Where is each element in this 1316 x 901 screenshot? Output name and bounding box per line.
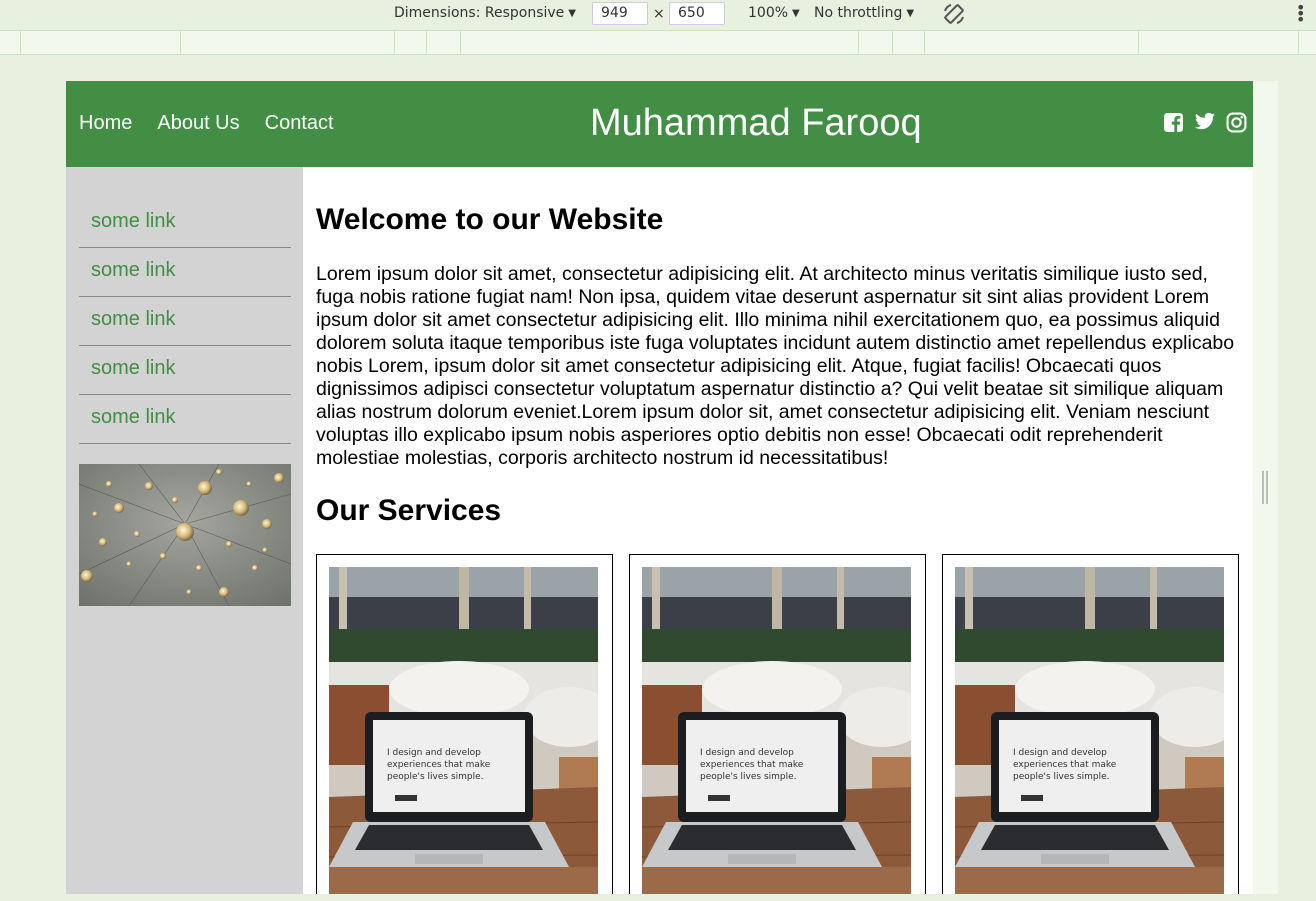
- sidebar-link[interactable]: some link: [91, 406, 175, 428]
- twitter-icon[interactable]: [1194, 112, 1216, 133]
- more-vertical-icon[interactable]: • • •: [1296, 0, 1305, 28]
- height-input[interactable]: 650: [669, 2, 725, 25]
- main-nav: Home About Us Contact: [79, 112, 334, 135]
- list-item: some link: [79, 346, 291, 395]
- site-title: Muhammad Farooq: [590, 102, 922, 144]
- nav-about-us[interactable]: About Us: [157, 112, 239, 135]
- zoom-label: 100%: [748, 5, 789, 21]
- devtools-toolbar: Dimensions: Responsive ▼ 949 × 650 100% …: [0, 0, 1316, 30]
- site-header: Home About Us Contact Muhammad Farooq: [66, 81, 1253, 167]
- laptop-photo: I design and develop experiences that ma…: [955, 567, 1224, 901]
- viewport-resize-handle[interactable]: [1262, 471, 1268, 504]
- dimensions-label: Dimensions: Responsive: [394, 5, 565, 21]
- caret-down-icon: ▼: [792, 7, 800, 19]
- sidebar-link[interactable]: some link: [91, 357, 175, 379]
- laptop-screen-text: people's lives simple.: [1013, 772, 1110, 782]
- sidebar: some link some link some link some link …: [66, 167, 303, 901]
- laptop-screen-text: experiences that make: [700, 760, 804, 770]
- throttling-label: No throttling: [814, 5, 903, 21]
- laptop-screen-text: experiences that make: [387, 760, 491, 770]
- list-item: some link: [79, 248, 291, 297]
- dimensions-dropdown[interactable]: Dimensions: Responsive ▼: [394, 5, 576, 21]
- list-item: some link: [79, 395, 291, 444]
- caret-down-icon: ▼: [906, 7, 915, 19]
- list-item: some link: [79, 297, 291, 346]
- service-card: I design and develop experiences that ma…: [316, 554, 613, 901]
- caret-down-icon: ▼: [568, 7, 576, 19]
- instagram-icon[interactable]: [1226, 112, 1247, 133]
- welcome-heading: Welcome to our Website: [316, 203, 664, 236]
- laptop-screen-text: I design and develop: [700, 748, 794, 758]
- page-viewport: Home About Us Contact Muhammad Farooq so…: [66, 81, 1278, 901]
- sidebar-link[interactable]: some link: [91, 259, 175, 281]
- light-bulbs-image: [79, 464, 291, 606]
- laptop-screen-text: I design and develop: [1013, 748, 1107, 758]
- laptop-screen-text: I design and develop: [387, 748, 481, 758]
- service-card: I design and develop experiences that ma…: [942, 554, 1239, 901]
- laptop-photo: I design and develop experiences that ma…: [642, 567, 911, 901]
- sidebar-link[interactable]: some link: [91, 308, 175, 330]
- services-heading: Our Services: [316, 494, 502, 527]
- list-item: some link: [79, 199, 291, 248]
- nav-home[interactable]: Home: [79, 112, 132, 135]
- sidebar-link[interactable]: some link: [91, 210, 175, 232]
- rotate-icon[interactable]: [942, 2, 966, 26]
- service-cards: I design and develop experiences that ma…: [316, 554, 1239, 901]
- laptop-screen-text: people's lives simple.: [700, 772, 797, 782]
- sidebar-links: some link some link some link some link …: [79, 199, 291, 444]
- viewport-bottom-strip: [66, 894, 1278, 901]
- nav-contact[interactable]: Contact: [265, 112, 334, 135]
- media-query-ruler: [0, 30, 1316, 55]
- social-icons: [1163, 112, 1247, 133]
- laptop-screen-text: experiences that make: [1013, 760, 1117, 770]
- width-input[interactable]: 949: [592, 2, 648, 25]
- welcome-paragraph: Lorem ipsum dolor sit amet, consectetur …: [316, 263, 1235, 469]
- service-card: I design and develop experiences that ma…: [629, 554, 926, 901]
- zoom-dropdown[interactable]: 100% ▼: [748, 5, 800, 21]
- times-sign: ×: [653, 6, 665, 22]
- throttling-dropdown[interactable]: No throttling ▼: [814, 5, 914, 21]
- laptop-screen-text: people's lives simple.: [387, 772, 484, 782]
- facebook-icon[interactable]: [1163, 112, 1184, 133]
- laptop-photo: I design and develop experiences that ma…: [329, 567, 598, 901]
